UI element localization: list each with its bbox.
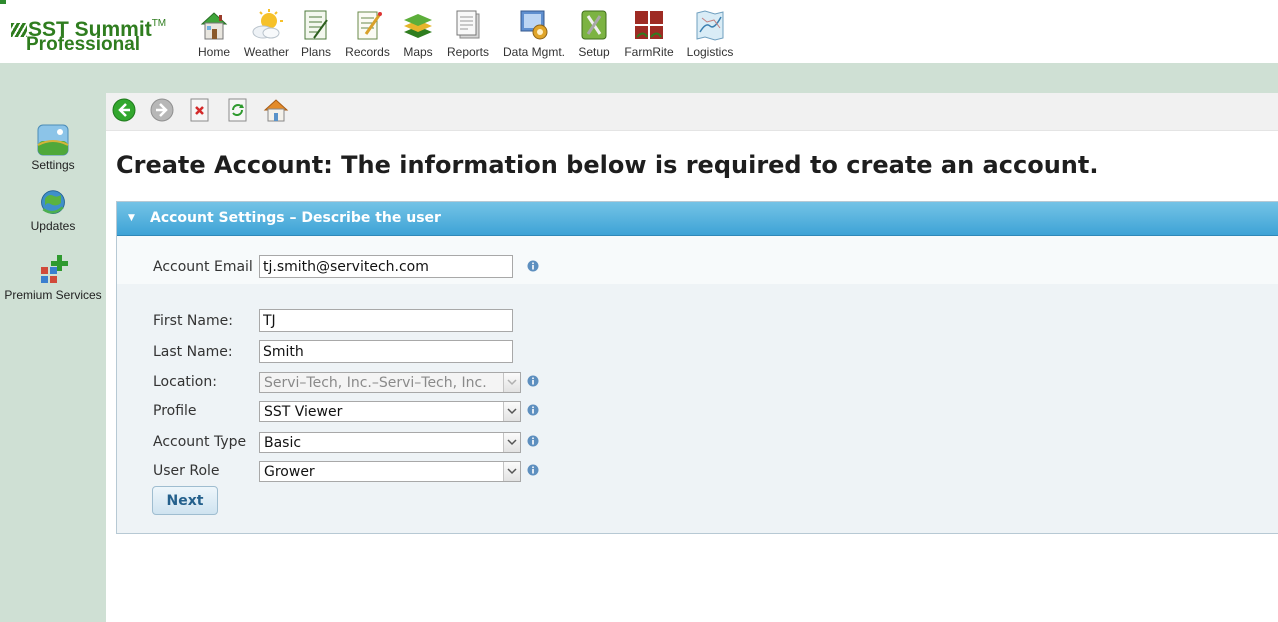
info-icon[interactable] [527, 464, 539, 476]
header-band [0, 63, 1278, 93]
nav-plans[interactable]: Plans [299, 8, 333, 62]
nav-home[interactable]: Home [196, 8, 232, 62]
sidebar-item-settings[interactable]: Settings [0, 123, 106, 172]
collapse-triangle-icon: ▼ [128, 213, 135, 223]
location-value: Servi–Tech, Inc.–Servi–Tech, Inc. [264, 375, 487, 391]
nav-logistics[interactable]: Logistics [685, 8, 735, 62]
nav-maps[interactable]: Maps [401, 8, 435, 62]
farmrite-icon [635, 11, 663, 39]
nav-label: Home [197, 45, 230, 59]
updates-icon [41, 190, 65, 215]
premium-services-icon [41, 255, 68, 283]
account-type-label: Account Type [153, 434, 247, 450]
nav-setup[interactable]: Setup [577, 8, 611, 62]
reports-icon [456, 10, 480, 39]
account-type-select[interactable]: Basic [259, 432, 521, 453]
account-email-field[interactable] [259, 255, 513, 278]
top-toolbar: SST SummitTM Professional Home Weather P… [0, 0, 1278, 63]
home-icon [200, 12, 228, 40]
weather-icon [252, 9, 283, 39]
last-name-field[interactable] [259, 340, 513, 363]
nav-reports[interactable]: Reports [446, 8, 490, 62]
maps-icon [404, 14, 432, 38]
nav-label: FarmRite [624, 45, 674, 59]
profile-label: Profile [153, 403, 197, 419]
nav-label: Setup [578, 45, 610, 59]
back-icon[interactable] [110, 96, 138, 124]
window-corner-marker [0, 0, 6, 4]
nav-label: Data Mgmt. [502, 45, 565, 59]
nav-label: Reports [446, 45, 490, 59]
sidebar-item-updates[interactable]: Updates [0, 188, 106, 233]
nav-label: Weather [243, 45, 290, 59]
nav-records[interactable]: Records [344, 8, 391, 62]
sst-summit-logo: SST SummitTM Professional [11, 12, 176, 56]
user-role-value: Grower [264, 464, 315, 480]
location-label: Location: [153, 374, 217, 390]
logistics-icon [696, 10, 724, 41]
first-name-label: First Name: [153, 313, 233, 329]
settings-icon [37, 124, 69, 156]
nav-label: Records [345, 45, 390, 59]
profile-select[interactable]: SST Viewer [259, 401, 521, 422]
location-select: Servi–Tech, Inc.–Servi–Tech, Inc. [259, 372, 521, 393]
sidebar-label: Settings [31, 158, 75, 172]
sidebar-label: Premium Services [4, 288, 102, 302]
profile-value: SST Viewer [264, 404, 343, 420]
account-type-value: Basic [264, 435, 302, 451]
account-email-label: Account Email [153, 259, 253, 275]
last-name-label: Last Name: [153, 344, 233, 360]
logo-trademark: TM [151, 18, 167, 29]
data-mgmt-icon [520, 10, 548, 40]
account-settings-panel: ▼ Account Settings – Describe the user A… [116, 201, 1278, 534]
next-button[interactable]: Next [152, 486, 218, 515]
nav-data-mgmt[interactable]: Data Mgmt. [501, 8, 567, 62]
sidebar-label: Updates [30, 219, 76, 233]
refresh-icon[interactable] [224, 96, 252, 124]
panel-title: Account Settings – Describe the user [150, 210, 441, 226]
nav-label: Maps [403, 45, 433, 59]
logo-line2: Professional [26, 34, 141, 55]
nav-label: Logistics [686, 45, 734, 59]
forward-icon[interactable] [148, 96, 176, 124]
setup-icon [581, 10, 607, 40]
home-icon[interactable] [262, 96, 290, 124]
chevron-down-icon[interactable] [503, 402, 520, 421]
nav-farmrite[interactable]: FarmRite [623, 8, 675, 62]
sidebar: Settings Updates Premium Services [0, 63, 106, 622]
sst-logo-mark-icon [11, 23, 27, 37]
user-role-select[interactable]: Grower [259, 461, 521, 482]
first-name-field[interactable] [259, 309, 513, 332]
plans-icon [304, 10, 328, 40]
page-title: Create Account: The information below is… [116, 151, 1099, 179]
records-icon [357, 11, 382, 40]
info-icon[interactable] [527, 260, 539, 272]
chevron-down-icon[interactable] [503, 433, 520, 452]
info-icon[interactable] [527, 375, 539, 387]
sidebar-item-premium-services[interactable]: Premium Services [0, 253, 106, 302]
info-icon[interactable] [527, 404, 539, 416]
close-icon[interactable] [186, 96, 214, 124]
nav-weather[interactable]: Weather [243, 8, 290, 62]
account-settings-header[interactable]: ▼ Account Settings – Describe the user [117, 202, 1278, 236]
main-content: Create Account: The information below is… [106, 93, 1278, 622]
info-icon[interactable] [527, 435, 539, 447]
user-role-label: User Role [153, 463, 220, 479]
nav-label: Plans [300, 45, 332, 59]
browser-nav-bar [106, 93, 1278, 131]
chevron-down-icon [503, 373, 520, 392]
chevron-down-icon[interactable] [503, 462, 520, 481]
